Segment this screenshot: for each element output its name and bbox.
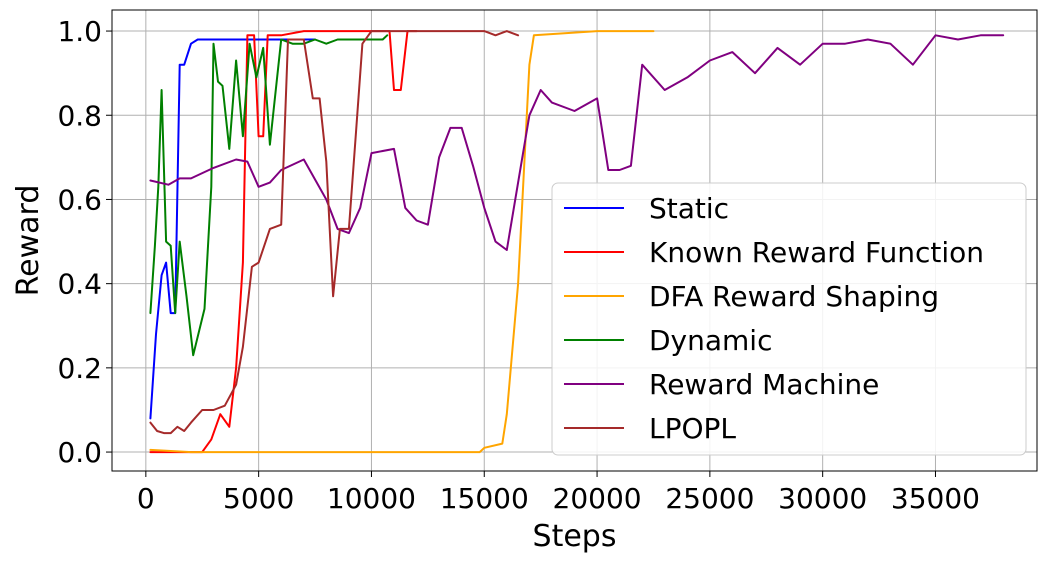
legend-label: Reward Machine: [649, 368, 879, 401]
reward-line-chart: 0 5000 10000 15000 20000 25000 30000 35000 0.0 0.…: [11, 9, 1038, 554]
x-tick-label: 15000: [440, 482, 529, 515]
x-tick-label: 5000: [223, 482, 294, 515]
y-tick-label: 0.2: [57, 352, 102, 385]
series-line-lpopl: [149, 30, 520, 435]
legend-label: Dynamic: [649, 324, 772, 357]
legend-label: Known Reward Function: [649, 236, 984, 269]
x-tick-label: 20000: [553, 482, 642, 515]
legend-label: LPOPL: [649, 412, 736, 445]
legend-label: DFA Reward Shaping: [649, 280, 939, 313]
y-tick-label: 0.8: [57, 99, 102, 132]
legend-label: Static: [649, 192, 729, 225]
x-tick-label: 30000: [778, 482, 867, 515]
x-tick-label: 10000: [327, 482, 416, 515]
y-tick-label: 1.0: [57, 15, 102, 48]
y-tick-label: 0.4: [57, 268, 102, 301]
x-tick-label: 35000: [891, 482, 980, 515]
series-line-known-reward-function: [149, 30, 418, 454]
y-tick-label: 0.0: [57, 436, 102, 469]
x-tick-label: 25000: [665, 482, 754, 515]
y-tick-label: 0.6: [57, 183, 102, 216]
y-axis-label: Reward: [11, 185, 46, 297]
legend: Static Known Reward Function DFA Reward Sh…: [551, 182, 1027, 456]
x-axis-label: Steps: [533, 519, 617, 554]
legend-box: [551, 182, 1027, 456]
x-tick-label: 0: [137, 482, 155, 515]
